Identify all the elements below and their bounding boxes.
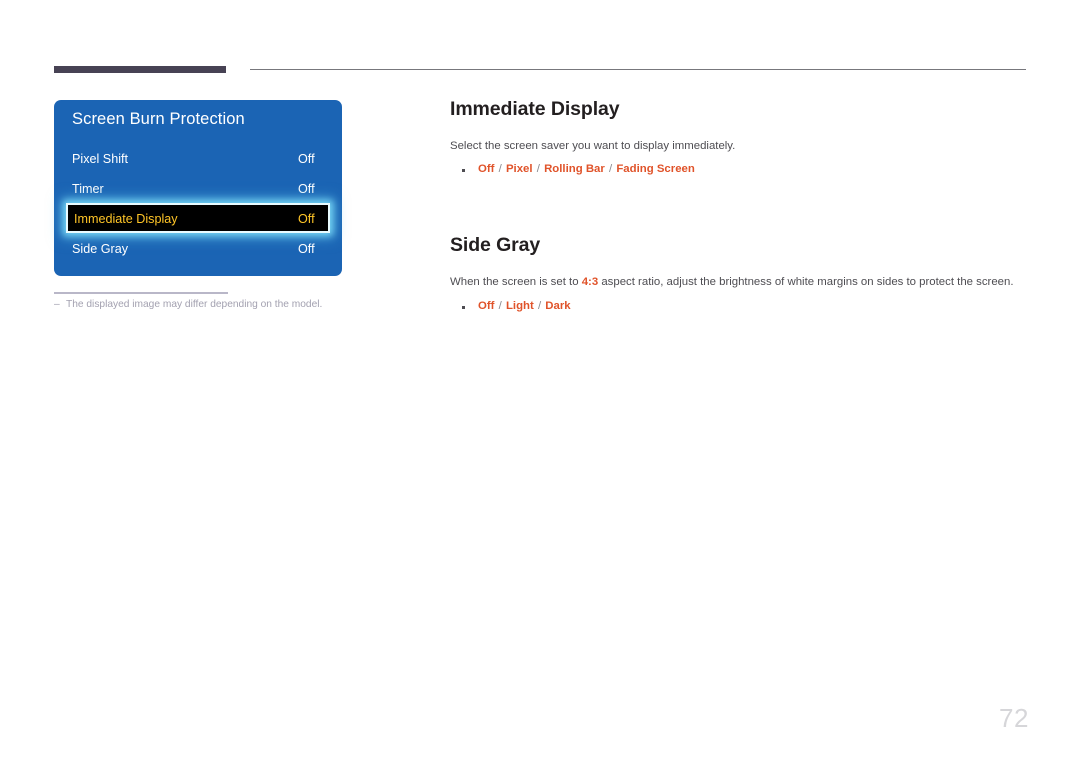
osd-menu-item-value: Off [298, 242, 315, 256]
option-separator: / [534, 299, 545, 312]
osd-menu-item-label: Pixel Shift [72, 152, 128, 166]
osd-menu-item-immediate-display[interactable]: Immediate Display Off [54, 203, 342, 234]
option-value: Rolling Bar [544, 163, 605, 176]
osd-menu-item-value: Off [298, 182, 315, 196]
osd-menu-item-pixel-shift[interactable]: Pixel Shift Off [54, 144, 342, 174]
manual-page: Screen Burn Protection Pixel Shift Off Tim… [0, 0, 1080, 763]
option-separator: / [605, 163, 616, 176]
footnote-text: The displayed image may differ depending… [66, 299, 323, 310]
page-number: 72 [999, 703, 1029, 733]
footnote: ‒ The displayed image may differ dependin… [54, 299, 322, 310]
option-list-immediate-display: Off / Pixel / Rolling Bar / Fading Scree… [450, 163, 1030, 175]
section-heading-immediate-display: Immediate Display [450, 98, 620, 120]
section-description-immediate-display: Select the screen saver you want to disp… [450, 140, 736, 152]
option-separator: / [495, 163, 505, 176]
option-values-side-gray: Off / Light / Dark [478, 300, 571, 312]
header-rule-thin [250, 69, 1026, 70]
osd-menu-item-timer[interactable]: Timer Off [54, 174, 342, 204]
option-value: Off [478, 163, 495, 176]
header-rule-thick [54, 66, 226, 73]
footnote-dash: ‒ [54, 299, 60, 310]
option-value: Pixel [505, 163, 533, 176]
option-value: Off [478, 299, 495, 312]
bullet-icon [462, 305, 465, 309]
option-separator: / [495, 299, 505, 312]
description-text: When the screen is set to [450, 276, 582, 289]
section-description-side-gray: When the screen is set to 4:3 aspect rat… [450, 275, 1030, 290]
osd-menu-item-value: Off [298, 212, 315, 226]
option-value: Dark [545, 299, 571, 312]
osd-menu-item-label: Immediate Display [74, 212, 178, 226]
osd-panel-title: Screen Burn Protection [72, 110, 245, 128]
osd-menu-item-side-gray[interactable]: Side Gray Off [54, 234, 342, 264]
option-list-side-gray: Off / Light / Dark [450, 300, 1030, 312]
option-values-immediate-display: Off / Pixel / Rolling Bar / Fading Scree… [478, 163, 695, 175]
description-text: aspect ratio, adjust the brightness of w… [598, 276, 1014, 289]
section-heading-side-gray: Side Gray [450, 234, 541, 257]
osd-panel-screen-burn-protection: Screen Burn Protection Pixel Shift Off Tim… [54, 100, 342, 276]
osd-menu-item-value: Off [298, 152, 315, 166]
osd-menu-item-label: Side Gray [72, 242, 128, 256]
osd-menu-item-label: Timer [72, 182, 104, 196]
accent-term: 4:3 [581, 276, 599, 289]
footnote-divider [54, 292, 228, 294]
bullet-icon [462, 169, 465, 173]
option-value: Light [505, 299, 534, 312]
content-column: Immediate Display Select the screen save… [450, 98, 1030, 312]
option-value: Fading Screen [616, 163, 695, 176]
osd-menu-list: Pixel Shift Off Timer Off Immediate Display O… [54, 144, 342, 264]
option-separator: / [533, 163, 544, 176]
